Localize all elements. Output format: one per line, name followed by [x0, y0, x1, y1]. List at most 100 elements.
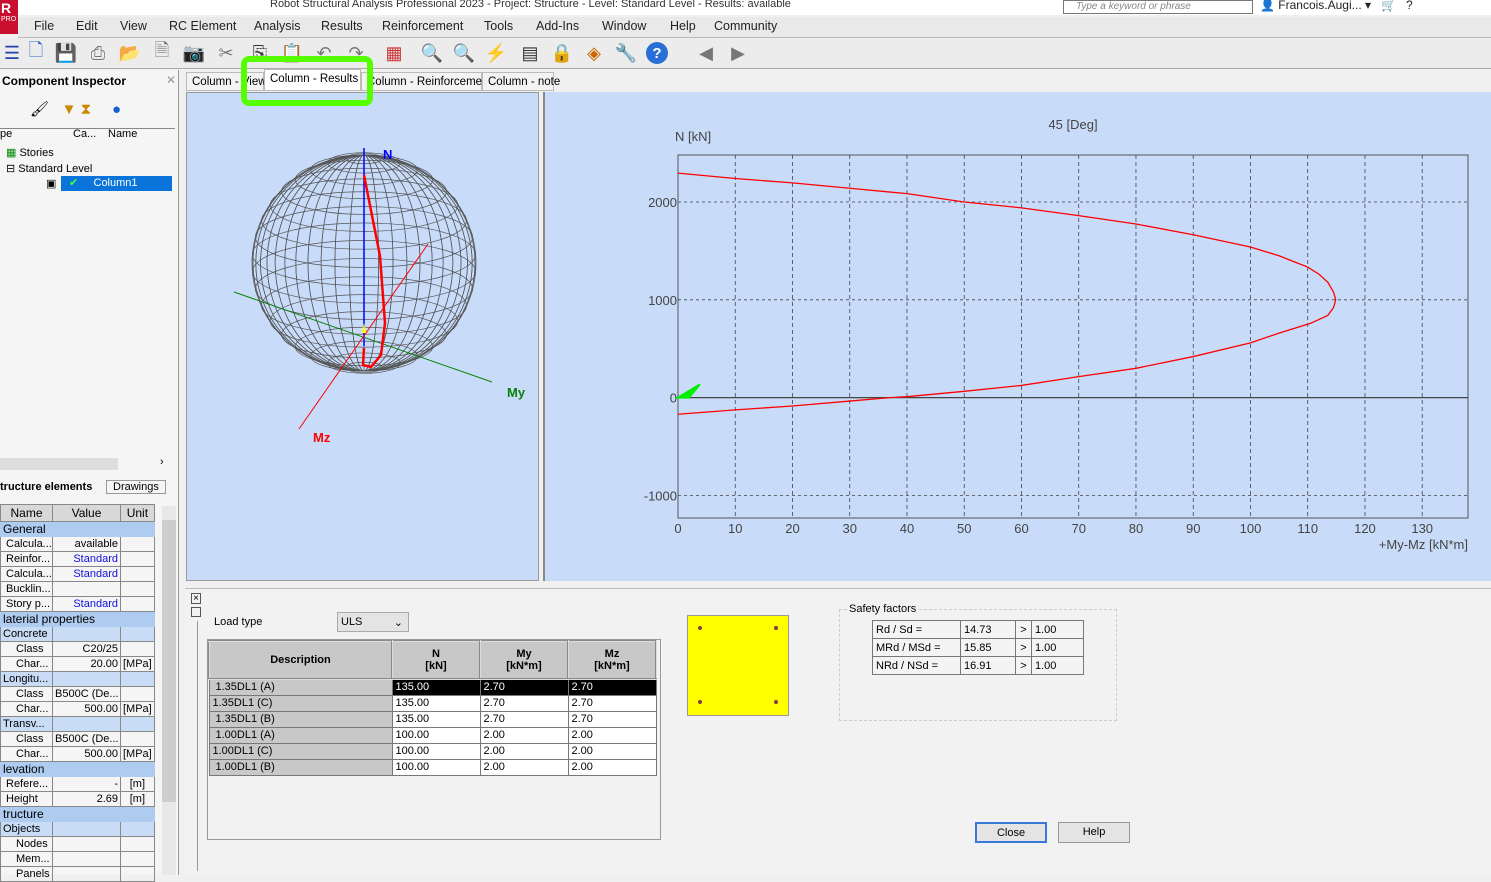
open-icon[interactable]: 📂	[118, 42, 142, 64]
interaction-surface-3d-view[interactable]: N My Mz	[186, 92, 539, 581]
app-logo[interactable]: R PRO	[0, 0, 18, 34]
col-header-n[interactable]: N [kN]	[391, 640, 481, 680]
value-cell[interactable]: 2.00	[567, 742, 657, 760]
menu-window[interactable]: Window	[602, 19, 646, 33]
tree-stories[interactable]: ▦ Stories	[6, 146, 54, 159]
back-icon[interactable]: ◀	[694, 42, 718, 64]
col-header-description[interactable]: Description	[208, 640, 393, 680]
section-header[interactable]: laterial properties	[0, 611, 155, 627]
lock-icon[interactable]: 🔒	[550, 42, 574, 64]
table-row[interactable]: 1.35DL1 (C) 135.00 2.70 2.70	[208, 694, 657, 712]
value-cell[interactable]: 2.00	[479, 758, 569, 776]
cut-icon[interactable]: ✂	[214, 42, 238, 64]
filter-icon[interactable]: ▼	[62, 101, 77, 118]
table-row[interactable]: 1.00DL1 (A) 100.00 2.00 2.00	[208, 726, 657, 744]
property-row[interactable]: Char... 500.00 [MPa]	[0, 746, 155, 762]
col-header-my[interactable]: My [kN*m]	[479, 640, 569, 680]
table-icon[interactable]: ▤	[518, 42, 542, 64]
description-cell[interactable]: 1.35DL1 (A)	[208, 678, 393, 696]
property-value[interactable]: 500.00	[52, 701, 121, 717]
menu-help[interactable]: Help	[670, 19, 696, 33]
maximize-panel-icon[interactable]	[191, 607, 201, 617]
property-row[interactable]: Nodes	[0, 836, 155, 852]
property-value[interactable]: -	[52, 776, 121, 792]
property-row[interactable]: Char... 500.00 [MPa]	[0, 701, 155, 717]
description-cell[interactable]: 1.00DL1 (C)	[208, 742, 393, 760]
save-icon[interactable]: 💾	[54, 42, 78, 64]
col-unit-header[interactable]: Unit	[120, 504, 155, 522]
property-value[interactable]: available	[52, 536, 121, 552]
menu-view[interactable]: View	[120, 19, 147, 33]
property-row[interactable]: Calcula... available	[0, 536, 155, 552]
help-icon[interactable]: ?	[1406, 0, 1413, 12]
property-row[interactable]: Panels	[0, 866, 155, 882]
value-cell[interactable]: 100.00	[391, 726, 481, 744]
property-value[interactable]	[52, 581, 121, 597]
col-category[interactable]: Ca...	[73, 128, 96, 140]
tab-column-note[interactable]: Column - note	[482, 72, 560, 91]
value-cell[interactable]: 2.70	[479, 678, 569, 696]
table-row[interactable]: 1.35DL1 (B) 135.00 2.70 2.70	[208, 710, 657, 728]
tab-drawings[interactable]: Drawings	[106, 480, 166, 494]
property-row[interactable]: Objects	[0, 821, 155, 837]
property-row[interactable]: tructure	[0, 806, 155, 822]
print-icon[interactable]: ⎙	[86, 42, 110, 64]
property-value[interactable]	[52, 851, 121, 867]
menu-analysis[interactable]: Analysis	[254, 19, 301, 33]
search-input[interactable]: Type a keyword or phrase	[1063, 0, 1253, 14]
preview-icon[interactable]: 🗎	[150, 40, 174, 64]
property-row[interactable]: Transv...	[0, 716, 155, 732]
property-row[interactable]: Refere... - [m]	[0, 776, 155, 792]
help-button[interactable]: Help	[1058, 822, 1130, 843]
tree-standard-level[interactable]: ⊟ Standard Level	[6, 162, 92, 175]
value-cell[interactable]: 2.00	[567, 758, 657, 776]
value-cell[interactable]: 2.70	[567, 694, 657, 712]
filter-clear-icon[interactable]: ⧗	[81, 101, 92, 118]
value-cell[interactable]: 100.00	[391, 742, 481, 760]
tree-column1[interactable]: ✔ Column1	[61, 176, 172, 191]
value-cell[interactable]: 2.70	[479, 694, 569, 712]
property-value[interactable]	[52, 836, 121, 852]
calculator-icon[interactable]: ▦	[382, 42, 406, 64]
value-cell[interactable]: 100.00	[391, 758, 481, 776]
property-row[interactable]: Concrete	[0, 626, 155, 642]
property-value[interactable]: 2.69	[52, 791, 121, 807]
list-icon[interactable]: ☰	[0, 42, 24, 64]
group-header[interactable]: Objects	[0, 821, 53, 837]
section-header[interactable]: tructure	[0, 806, 155, 822]
menu-community[interactable]: Community	[714, 19, 777, 33]
property-value[interactable]: B500C (De...	[52, 686, 121, 702]
value-cell[interactable]: 2.70	[567, 678, 657, 696]
group-header[interactable]: Longitu...	[0, 671, 53, 687]
horizontal-scrollbar[interactable]	[0, 458, 118, 470]
property-value[interactable]: Standard	[52, 596, 121, 612]
help-icon[interactable]: ?	[646, 42, 668, 64]
menu-reinforcement[interactable]: Reinforcement	[382, 19, 463, 33]
new-icon[interactable]: 🗋	[24, 40, 48, 64]
property-value[interactable]	[52, 866, 121, 882]
results-icon[interactable]: ⚡	[484, 42, 508, 64]
property-row[interactable]: Class B500C (De...	[0, 731, 155, 747]
vertical-scrollbar[interactable]	[162, 506, 176, 875]
col-name-header[interactable]: Name	[0, 504, 53, 522]
property-value[interactable]: 20.00	[52, 656, 121, 672]
value-cell[interactable]: 2.00	[567, 726, 657, 744]
tab-column-reinforcement[interactable]: Column - Reinforcement	[361, 72, 492, 91]
close-button[interactable]: Close	[975, 822, 1047, 843]
property-row[interactable]: Story p... Standard	[0, 596, 155, 612]
property-value[interactable]: Standard	[52, 566, 121, 582]
property-value[interactable]: 500.00	[52, 746, 121, 762]
menu-results[interactable]: Results	[321, 19, 363, 33]
value-cell[interactable]: 135.00	[391, 678, 481, 696]
description-cell[interactable]: 1.00DL1 (B)	[208, 758, 393, 776]
section-header[interactable]: levation	[0, 761, 155, 777]
load-type-select[interactable]: ULS ⌄	[337, 612, 409, 632]
col-type[interactable]: pe	[0, 128, 12, 140]
brush-icon[interactable]: 🖌	[30, 101, 49, 118]
property-row[interactable]: Class C20/25	[0, 641, 155, 657]
cart-icon[interactable]: 🛒	[1381, 0, 1396, 12]
table-row[interactable]: 1.00DL1 (C) 100.00 2.00 2.00	[208, 742, 657, 760]
description-cell[interactable]: 1.00DL1 (A)	[208, 726, 393, 744]
property-row[interactable]: Calcula... Standard	[0, 566, 155, 582]
section-header[interactable]: General	[0, 521, 155, 537]
